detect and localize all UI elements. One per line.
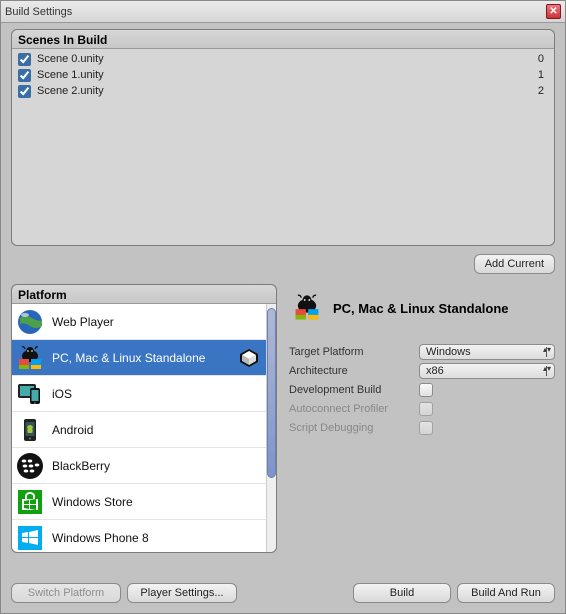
close-button[interactable]: ✕ — [546, 4, 561, 19]
field-label: Autoconnect Profiler — [289, 403, 419, 415]
scene-checkbox[interactable] — [18, 69, 31, 82]
button-label: Player Settings... — [140, 587, 223, 599]
platform-panel: Platform Web Player — [11, 284, 277, 553]
details-header: PC, Mac & Linux Standalone — [289, 292, 555, 324]
close-icon: ✕ — [549, 6, 557, 17]
scene-name: Scene 0.unity — [37, 53, 104, 65]
field-architecture: Architecture x86 ▴▾ — [289, 361, 555, 380]
platform-item-label: Android — [52, 423, 93, 437]
windows-store-icon — [16, 488, 44, 516]
blackberry-icon — [16, 452, 44, 480]
platform-list[interactable]: Web Player — [12, 304, 266, 552]
platform-item-android[interactable]: Android — [12, 412, 266, 448]
scrollbar-thumb[interactable] — [267, 308, 276, 478]
platform-item-label: Web Player — [52, 315, 114, 329]
button-label: Switch Platform — [28, 587, 104, 599]
development-build-checkbox[interactable] — [419, 383, 433, 397]
platform-item-label: iOS — [52, 387, 72, 401]
platform-item-blackberry[interactable]: BlackBerry — [12, 448, 266, 484]
scenes-in-build-header: Scenes In Build — [12, 30, 554, 49]
details-title: PC, Mac & Linux Standalone — [333, 301, 509, 316]
platform-item-windows-phone[interactable]: Windows Phone 8 — [12, 520, 266, 552]
platform-item-windows-store[interactable]: Windows Store — [12, 484, 266, 520]
architecture-dropdown[interactable]: x86 ▴▾ — [419, 363, 555, 379]
platform-header: Platform — [12, 285, 276, 304]
unity-logo-icon — [238, 347, 260, 369]
field-autoconnect-profiler: Autoconnect Profiler — [289, 399, 555, 418]
dropdown-value: x86 — [426, 365, 444, 377]
dropdown-arrows-icon: ▴▾ — [543, 347, 551, 352]
scene-checkbox[interactable] — [18, 53, 31, 66]
platform-item-ios[interactable]: iOS — [12, 376, 266, 412]
build-and-run-button[interactable]: Build And Run — [457, 583, 555, 603]
field-label: Target Platform — [289, 346, 419, 358]
scene-row[interactable]: Scene 1.unity 1 — [12, 67, 554, 83]
scene-index: 2 — [538, 85, 548, 97]
scene-checkbox[interactable] — [18, 85, 31, 98]
autoconnect-profiler-checkbox — [419, 402, 433, 416]
add-current-label: Add Current — [485, 258, 544, 270]
windows-phone-icon — [16, 524, 44, 552]
scene-index: 1 — [538, 69, 548, 81]
scene-name: Scene 2.unity — [37, 85, 104, 97]
platform-scrollbar[interactable] — [266, 304, 276, 552]
add-current-button[interactable]: Add Current — [474, 254, 555, 274]
titlebar: Build Settings ✕ — [1, 1, 565, 23]
android-icon — [16, 416, 44, 444]
platform-details: PC, Mac & Linux Standalone Target Platfo… — [289, 284, 555, 553]
script-debugging-checkbox — [419, 421, 433, 435]
build-button[interactable]: Build — [353, 583, 451, 603]
standalone-icon — [16, 344, 44, 372]
dropdown-value: Windows — [426, 346, 471, 358]
platform-item-label: Windows Store — [52, 495, 133, 509]
platform-item-label: Windows Phone 8 — [52, 531, 149, 545]
scenes-in-build-panel: Scenes In Build Scene 0.unity 0 Scene 1.… — [11, 29, 555, 246]
dropdown-arrows-icon: ▴▾ — [543, 366, 551, 371]
target-platform-dropdown[interactable]: Windows ▴▾ — [419, 344, 555, 360]
platform-item-standalone[interactable]: PC, Mac & Linux Standalone — [12, 340, 266, 376]
window-title: Build Settings — [5, 6, 72, 18]
button-label: Build And Run — [471, 587, 541, 599]
scene-row[interactable]: Scene 2.unity 2 — [12, 83, 554, 99]
player-settings-button[interactable]: Player Settings... — [127, 583, 237, 603]
ios-icon — [16, 380, 44, 408]
platform-item-web-player[interactable]: Web Player — [12, 304, 266, 340]
switch-platform-button[interactable]: Switch Platform — [11, 583, 121, 603]
field-label: Architecture — [289, 365, 419, 377]
field-label: Development Build — [289, 384, 419, 396]
field-target-platform: Target Platform Windows ▴▾ — [289, 342, 555, 361]
web-player-icon — [16, 308, 44, 336]
field-development-build: Development Build — [289, 380, 555, 399]
field-label: Script Debugging — [289, 422, 419, 434]
bottom-button-row: Switch Platform Player Settings... Build… — [11, 583, 555, 603]
scene-name: Scene 1.unity — [37, 69, 104, 81]
button-label: Build — [390, 587, 414, 599]
field-script-debugging: Script Debugging — [289, 418, 555, 437]
scene-index: 0 — [538, 53, 548, 65]
scene-row[interactable]: Scene 0.unity 0 — [12, 51, 554, 67]
scenes-list[interactable]: Scene 0.unity 0 Scene 1.unity 1 Scene 2.… — [12, 49, 554, 245]
platform-item-label: PC, Mac & Linux Standalone — [52, 351, 205, 365]
standalone-icon — [291, 292, 323, 324]
platform-item-label: BlackBerry — [52, 459, 110, 473]
